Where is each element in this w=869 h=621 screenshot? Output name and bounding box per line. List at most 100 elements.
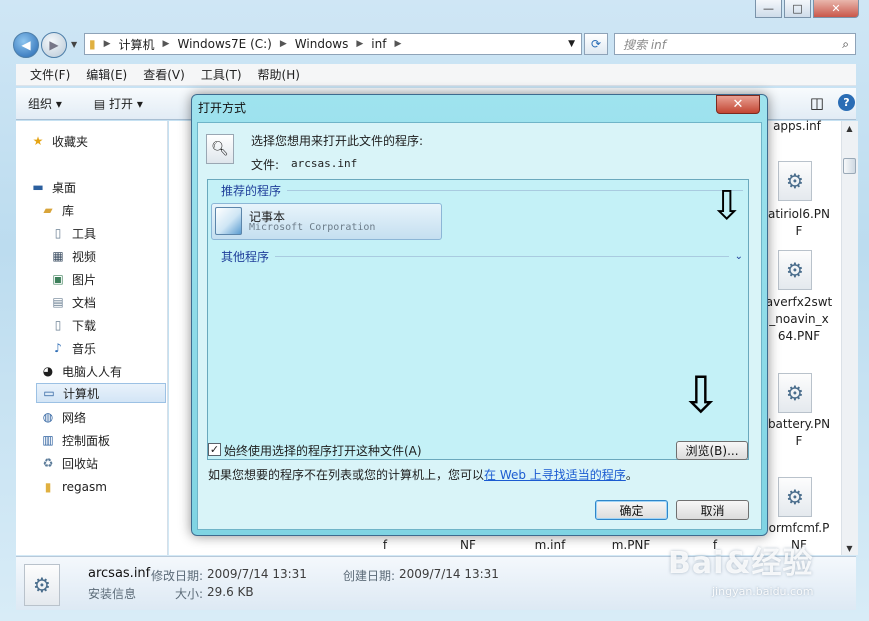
scrollbar-thumb[interactable] (843, 158, 856, 174)
forward-button[interactable]: ▶ (41, 32, 67, 58)
document-icon: ▯ (54, 318, 62, 332)
nav-label: 工具 (72, 226, 97, 241)
nav-item-docs[interactable]: ▤ 文档 (50, 292, 96, 312)
refresh-icon: ⟳ (590, 37, 602, 51)
gear-file-icon: ⚙ (24, 564, 60, 606)
nav-item-video[interactable]: ▦ 视频 (50, 246, 96, 266)
arrow-down-annotation-icon: ⇩ (680, 366, 722, 424)
menu-help[interactable]: 帮助(H) (250, 66, 308, 83)
address-bar[interactable]: ▮ ▶ 计算机 ▶ Windows7E (C:) ▶ Windows ▶ inf… (84, 33, 582, 55)
nav-label: 网络 (62, 410, 87, 425)
detail-file-type: 安装信息 (88, 587, 137, 601)
browse-button[interactable]: 浏览(B)... (676, 441, 748, 460)
minimize-button[interactable]: — (755, 0, 782, 18)
nav-item-renren[interactable]: ◕ 电脑人人有 (40, 361, 122, 381)
detail-size-value: 29.6 KB (207, 585, 254, 599)
nav-label: 控制面板 (62, 433, 111, 448)
ok-button[interactable]: 确定 (595, 500, 668, 520)
help-icon[interactable]: ? (838, 94, 855, 111)
nav-item-computer[interactable]: ▭ 计算机 (36, 383, 166, 403)
file-name[interactable]: f (378, 537, 392, 554)
search-icon[interactable]: ⌕ (842, 37, 849, 52)
file-name-value: arcsas.inf (291, 157, 358, 170)
file-name[interactable]: apps.inf (771, 118, 823, 135)
toolbar-icons: ◫ ? (810, 94, 855, 112)
scroll-up-icon[interactable]: ▲ (843, 124, 856, 133)
nav-item-recycle[interactable]: ♻ 回收站 (40, 453, 98, 473)
file-name[interactable]: NF (453, 537, 483, 554)
maximize-button[interactable]: □ (784, 0, 811, 18)
breadcrumb-windows[interactable]: Windows (295, 37, 349, 51)
web-search-link[interactable]: 在 Web 上寻找适当的程序 (484, 468, 626, 482)
search-input[interactable]: 搜索 inf ⌕ (614, 33, 856, 55)
scroll-down-icon[interactable]: ▼ (843, 544, 856, 553)
organize-button[interactable]: 组织 ▾ (16, 95, 74, 112)
always-use-label[interactable]: 始终使用选择的程序打开这种文件(A) (224, 442, 422, 459)
always-use-checkbox[interactable]: ✓ (208, 443, 221, 456)
hint-text: 如果您想要的程序不在列表或您的计算机上，您可以 (208, 468, 485, 482)
breadcrumb-inf[interactable]: inf (371, 37, 386, 51)
file-name[interactable]: battery.PN F (764, 416, 834, 450)
desktop-icon: ▬ (32, 180, 44, 194)
file-name-line: battery.PN (767, 417, 831, 431)
nav-label: 图片 (72, 272, 97, 287)
breadcrumb-separator-icon: ▶ (162, 39, 170, 49)
network-icon: ◍ (42, 410, 54, 424)
nav-label: 文档 (72, 295, 97, 310)
detail-modified-label: 修改日期: (151, 569, 204, 583)
document-icon: ▤ (52, 295, 64, 309)
recycle-bin-icon: ♻ (42, 456, 54, 470)
gear-file-icon[interactable]: ⚙ (778, 250, 812, 290)
nav-label: 音乐 (72, 341, 97, 356)
nav-item-network[interactable]: ◍ 网络 (40, 407, 86, 427)
nav-item-library[interactable]: ▰ 库 (40, 200, 74, 220)
dialog-close-button[interactable]: ✕ (716, 95, 760, 114)
preview-pane-icon[interactable]: ◫ (810, 94, 824, 112)
menu-tools[interactable]: 工具(T) (193, 66, 250, 83)
refresh-button[interactable]: ⟳ (584, 33, 608, 55)
nav-label: 电脑人人有 (62, 364, 123, 379)
file-name[interactable]: m.inf (532, 537, 568, 554)
close-button[interactable]: ✕ (813, 0, 859, 18)
nav-item-music[interactable]: ♪ 音乐 (50, 338, 96, 358)
vertical-scrollbar[interactable] (841, 121, 858, 555)
back-button[interactable]: ◀ (13, 32, 39, 58)
panda-icon: ◕ (42, 364, 54, 378)
checkmark-icon: ✓ (209, 443, 220, 456)
window-controls: — □ ✕ (755, 0, 859, 18)
gear-file-icon[interactable]: ⚙ (778, 161, 812, 201)
nav-item-control-panel[interactable]: ▥ 控制面板 (40, 430, 110, 450)
breadcrumb-drive[interactable]: Windows7E (C:) (177, 37, 271, 51)
open-button[interactable]: ▤ 打开 ▾ (74, 95, 155, 112)
menu-file[interactable]: 文件(F) (22, 66, 78, 83)
nav-item-regasm[interactable]: ▮ regasm (40, 477, 107, 497)
nav-label: 计算机 (63, 386, 100, 401)
dialog-prompt: 选择您想用来打开此文件的程序: (251, 134, 424, 148)
nav-item-downloads[interactable]: ▯ 下载 (50, 315, 96, 335)
recent-pages-chevron-icon[interactable]: ▼ (71, 40, 77, 49)
star-icon: ★ (32, 134, 44, 148)
breadcrumb-separator-icon: ▶ (394, 39, 402, 49)
chevron-down-icon[interactable]: ⌄ (735, 251, 743, 262)
group-divider (287, 190, 743, 191)
file-name-line: averfx2swt (765, 295, 833, 309)
file-name[interactable]: averfx2swt _noavin_x 64.PNF (764, 294, 834, 345)
other-programs-group-header[interactable]: 其他程序 ⌄ (221, 248, 743, 265)
menu-edit[interactable]: 编辑(E) (78, 66, 135, 83)
nav-item-desktop[interactable]: ▬ 桌面 (30, 177, 76, 197)
menu-view[interactable]: 查看(V) (135, 66, 193, 83)
breadcrumb-computer[interactable]: 计算机 (119, 36, 155, 53)
cancel-button[interactable]: 取消 (676, 500, 749, 520)
file-name-line: F (795, 434, 803, 448)
nav-item-favorites[interactable]: ★ 收藏夹 (30, 131, 88, 151)
nav-item-pictures[interactable]: ▣ 图片 (50, 269, 96, 289)
arrow-down-annotation-icon: ⇩ (710, 183, 744, 229)
gear-file-icon[interactable]: ⚙ (778, 477, 812, 517)
gear-file-icon[interactable]: ⚙ (778, 373, 812, 413)
nav-item-tools[interactable]: ▯ 工具 (50, 223, 96, 243)
nav-label: regasm (62, 480, 107, 494)
address-dropdown-icon[interactable]: ▼ (568, 39, 575, 49)
recommended-group-header[interactable]: 推荐的程序 (221, 182, 743, 199)
file-name[interactable]: m.PNF (610, 537, 652, 554)
file-name[interactable]: atiriol6.PN F (764, 206, 834, 240)
